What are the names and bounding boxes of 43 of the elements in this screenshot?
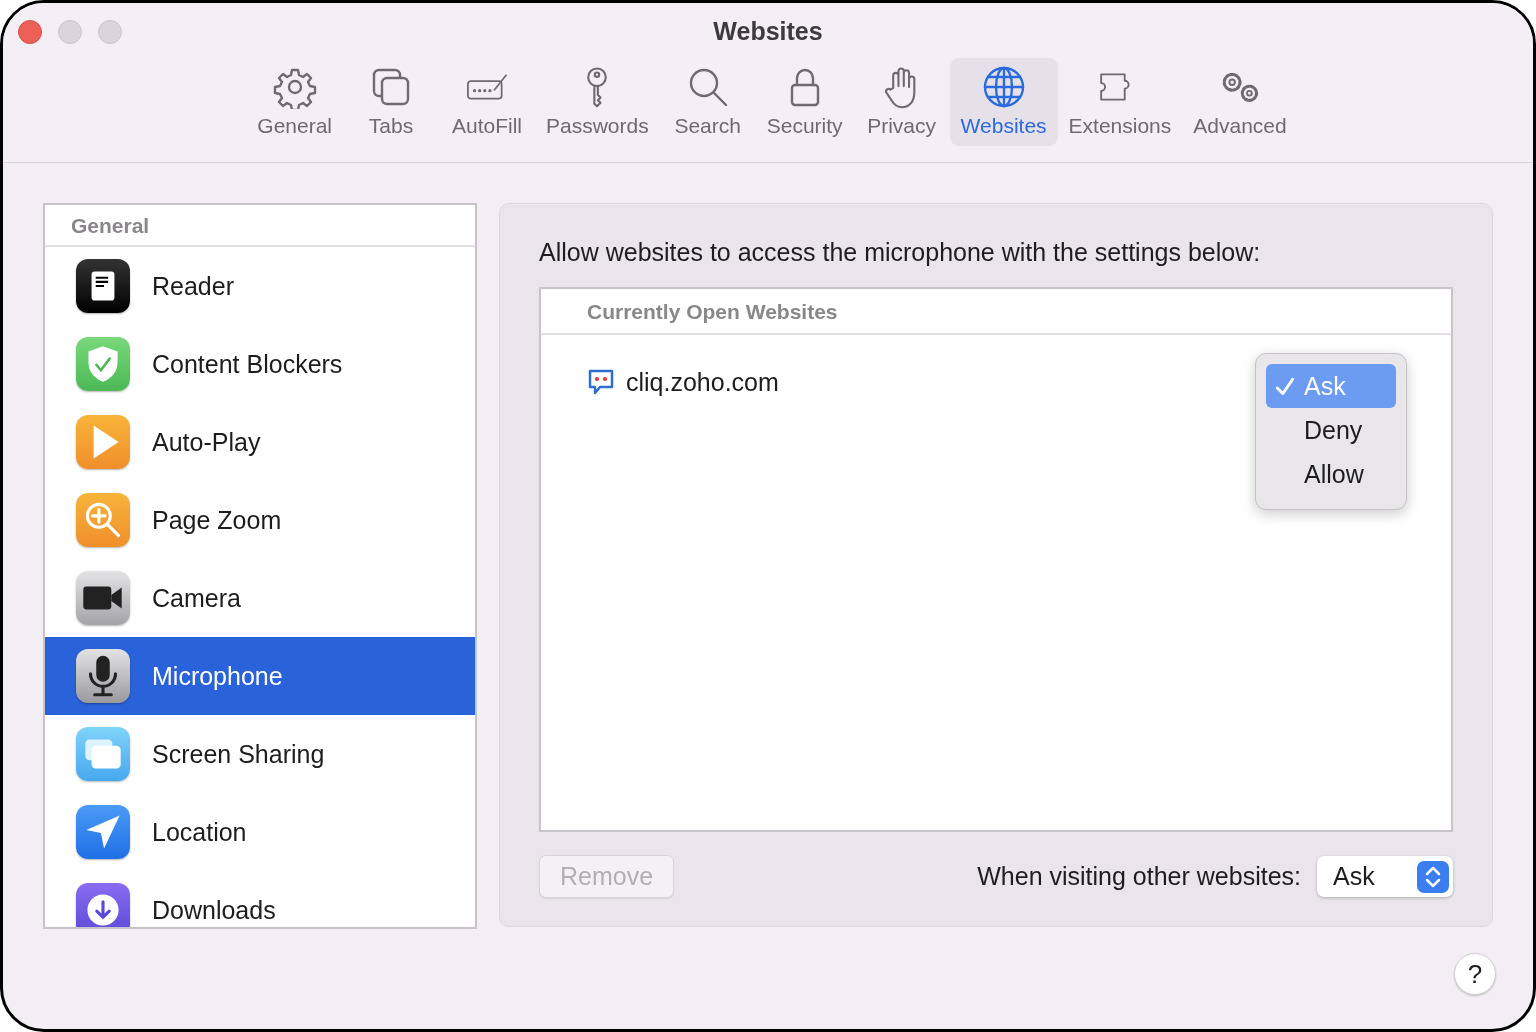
window-title: Websites <box>713 17 823 46</box>
sidebar-item[interactable]: Downloads <box>45 871 475 927</box>
toolbar-tab[interactable]: Search <box>659 58 756 146</box>
sidebar-item[interactable]: Reader <box>45 247 475 325</box>
sidebar-item[interactable]: Location <box>45 793 475 871</box>
toolbar-tab[interactable]: Privacy <box>853 58 950 146</box>
close-button[interactable] <box>18 20 42 44</box>
toolbar-tab[interactable]: Advanced <box>1182 58 1298 146</box>
video-camera-icon <box>76 571 130 625</box>
microphone-icon <box>76 649 130 703</box>
column-header: Currently Open Websites <box>541 289 1451 335</box>
toolbar-tab[interactable]: Passwords <box>535 58 660 146</box>
description-text: Allow websites to access the microphone with the settings below: <box>539 238 1262 267</box>
toolbar-tab[interactable]: General <box>246 58 343 146</box>
windows-icon <box>76 727 130 781</box>
default-setting-select[interactable]: Ask <box>1317 856 1453 897</box>
toolbar-tab[interactable]: AutoFill <box>439 58 535 146</box>
play-icon <box>76 415 130 469</box>
reader-icon <box>76 259 130 313</box>
sidebar-item[interactable]: Microphone <box>45 637 475 715</box>
menu-option[interactable]: Deny <box>1266 408 1396 452</box>
section-header: General <box>45 205 475 247</box>
shield-check-icon <box>76 337 130 391</box>
sidebar-item[interactable]: Screen Sharing <box>45 715 475 793</box>
toolbar-tab[interactable]: Websites <box>949 58 1058 146</box>
checkmark-icon <box>1274 376 1296 398</box>
help-button[interactable]: ? <box>1454 953 1496 995</box>
menu-option[interactable]: Allow <box>1266 452 1396 496</box>
sidebar-item[interactable]: Camera <box>45 559 475 637</box>
toolbar-tab[interactable]: Extensions <box>1057 58 1183 146</box>
sidebar-item[interactable]: Page Zoom <box>45 481 475 559</box>
toolbar-tab[interactable]: Security <box>755 58 854 146</box>
chat-bubble-icon <box>586 367 616 397</box>
minimize-button[interactable] <box>58 20 82 44</box>
stepper-arrows-icon <box>1417 860 1449 893</box>
zoom-in-icon <box>76 493 130 547</box>
website-name: cliq.zoho.com <box>626 367 779 397</box>
default-setting-label: When visiting other websites: <box>977 862 1301 891</box>
sidebar-item[interactable]: Auto-Play <box>45 403 475 481</box>
zoom-button[interactable] <box>98 20 122 44</box>
toolbar-tab[interactable]: Tabs <box>343 58 439 146</box>
sidebar-item[interactable]: Content Blockers <box>45 325 475 403</box>
menu-option[interactable]: Ask <box>1266 364 1396 408</box>
